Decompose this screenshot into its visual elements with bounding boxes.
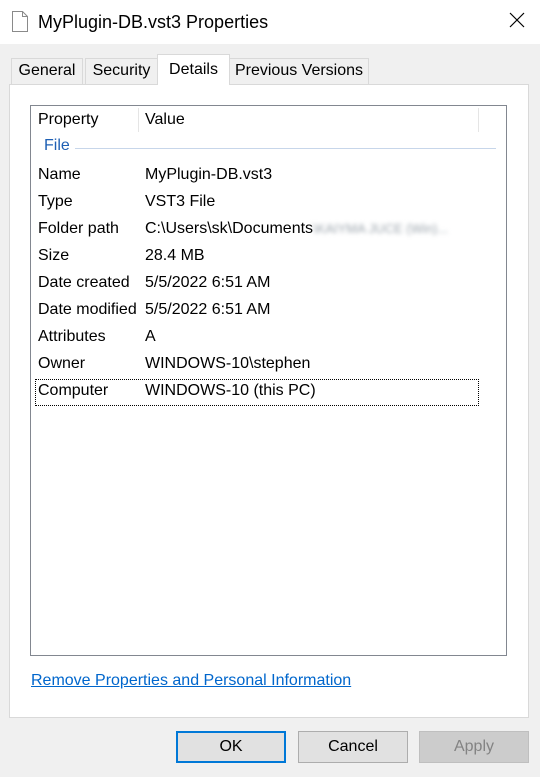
property-value: A (145, 328, 156, 345)
tab-general[interactable]: General (11, 58, 83, 84)
detail-row-name[interactable]: Name MyPlugin-DB.vst3 (31, 163, 506, 190)
property-label: Folder path (38, 220, 119, 237)
column-divider[interactable] (478, 108, 479, 132)
ok-button[interactable]: OK (176, 731, 286, 763)
property-value: WINDOWS-10 (this PC) (145, 382, 316, 399)
property-label: Name (38, 166, 81, 183)
close-button[interactable] (494, 0, 540, 44)
property-label: Owner (38, 355, 86, 372)
property-value: 28.4 MB (145, 247, 205, 264)
blurred-text: \KAIYMA JUCE (Win)... (313, 221, 449, 237)
detail-row-attributes[interactable]: Attributes A (31, 325, 506, 352)
document-icon (12, 11, 28, 32)
detail-row-folder-path[interactable]: Folder path C:\Users\sk\Documents\KAIYMA… (31, 217, 506, 244)
detail-row-computer[interactable]: Computer WINDOWS-10 (this PC) (35, 379, 479, 406)
group-header-file[interactable]: File (31, 134, 506, 162)
property-value: VST3 File (145, 193, 216, 210)
close-icon (509, 12, 525, 33)
tab-details[interactable]: Details (157, 54, 230, 85)
column-header-property[interactable]: Property (31, 106, 138, 134)
detail-row-owner[interactable]: Owner WINDOWS-10\stephen (31, 352, 506, 379)
property-value: 5/5/2022 6:51 AM (145, 301, 271, 318)
property-label: Attributes (38, 328, 106, 345)
property-label: Date created (38, 274, 130, 291)
property-value: WINDOWS-10\stephen (145, 355, 311, 372)
list-header: Property Value (31, 106, 506, 134)
property-value: MyPlugin-DB.vst3 (145, 166, 273, 183)
column-header-value[interactable]: Value (138, 106, 478, 134)
folder-path-text: C:\Users\sk\Documents (145, 220, 314, 237)
detail-row-date-created[interactable]: Date created 5/5/2022 6:51 AM (31, 271, 506, 298)
apply-button[interactable]: Apply (419, 731, 529, 763)
details-panel: Property Value File Name MyPlugin-DB.vst… (9, 84, 529, 718)
property-label: Computer (38, 382, 109, 399)
property-value: 5/5/2022 6:51 AM (145, 274, 271, 291)
tab-security[interactable]: Security (85, 58, 158, 84)
property-label: Date modified (38, 301, 137, 318)
property-label: Size (38, 247, 70, 264)
detail-row-size[interactable]: Size 28.4 MB (31, 244, 506, 271)
detail-row-type[interactable]: Type VST3 File (31, 190, 506, 217)
cancel-button[interactable]: Cancel (298, 731, 408, 763)
title-bar: MyPlugin-DB.vst3 Properties (0, 0, 540, 44)
group-label: File (44, 137, 70, 154)
tab-strip: General Security Details Previous Versio… (0, 44, 540, 85)
window-title: MyPlugin-DB.vst3 Properties (38, 12, 269, 32)
details-list[interactable]: Property Value File Name MyPlugin-DB.vst… (30, 105, 507, 656)
property-label: Type (38, 193, 73, 210)
detail-row-date-modified[interactable]: Date modified 5/5/2022 6:51 AM (31, 298, 506, 325)
group-divider (75, 148, 496, 149)
tab-previous-versions[interactable]: Previous Versions (229, 58, 369, 84)
remove-properties-link[interactable]: Remove Properties and Personal Informati… (31, 672, 351, 690)
property-value: C:\Users\sk\Documents\KAIYMA JUCE (Win).… (145, 220, 448, 238)
